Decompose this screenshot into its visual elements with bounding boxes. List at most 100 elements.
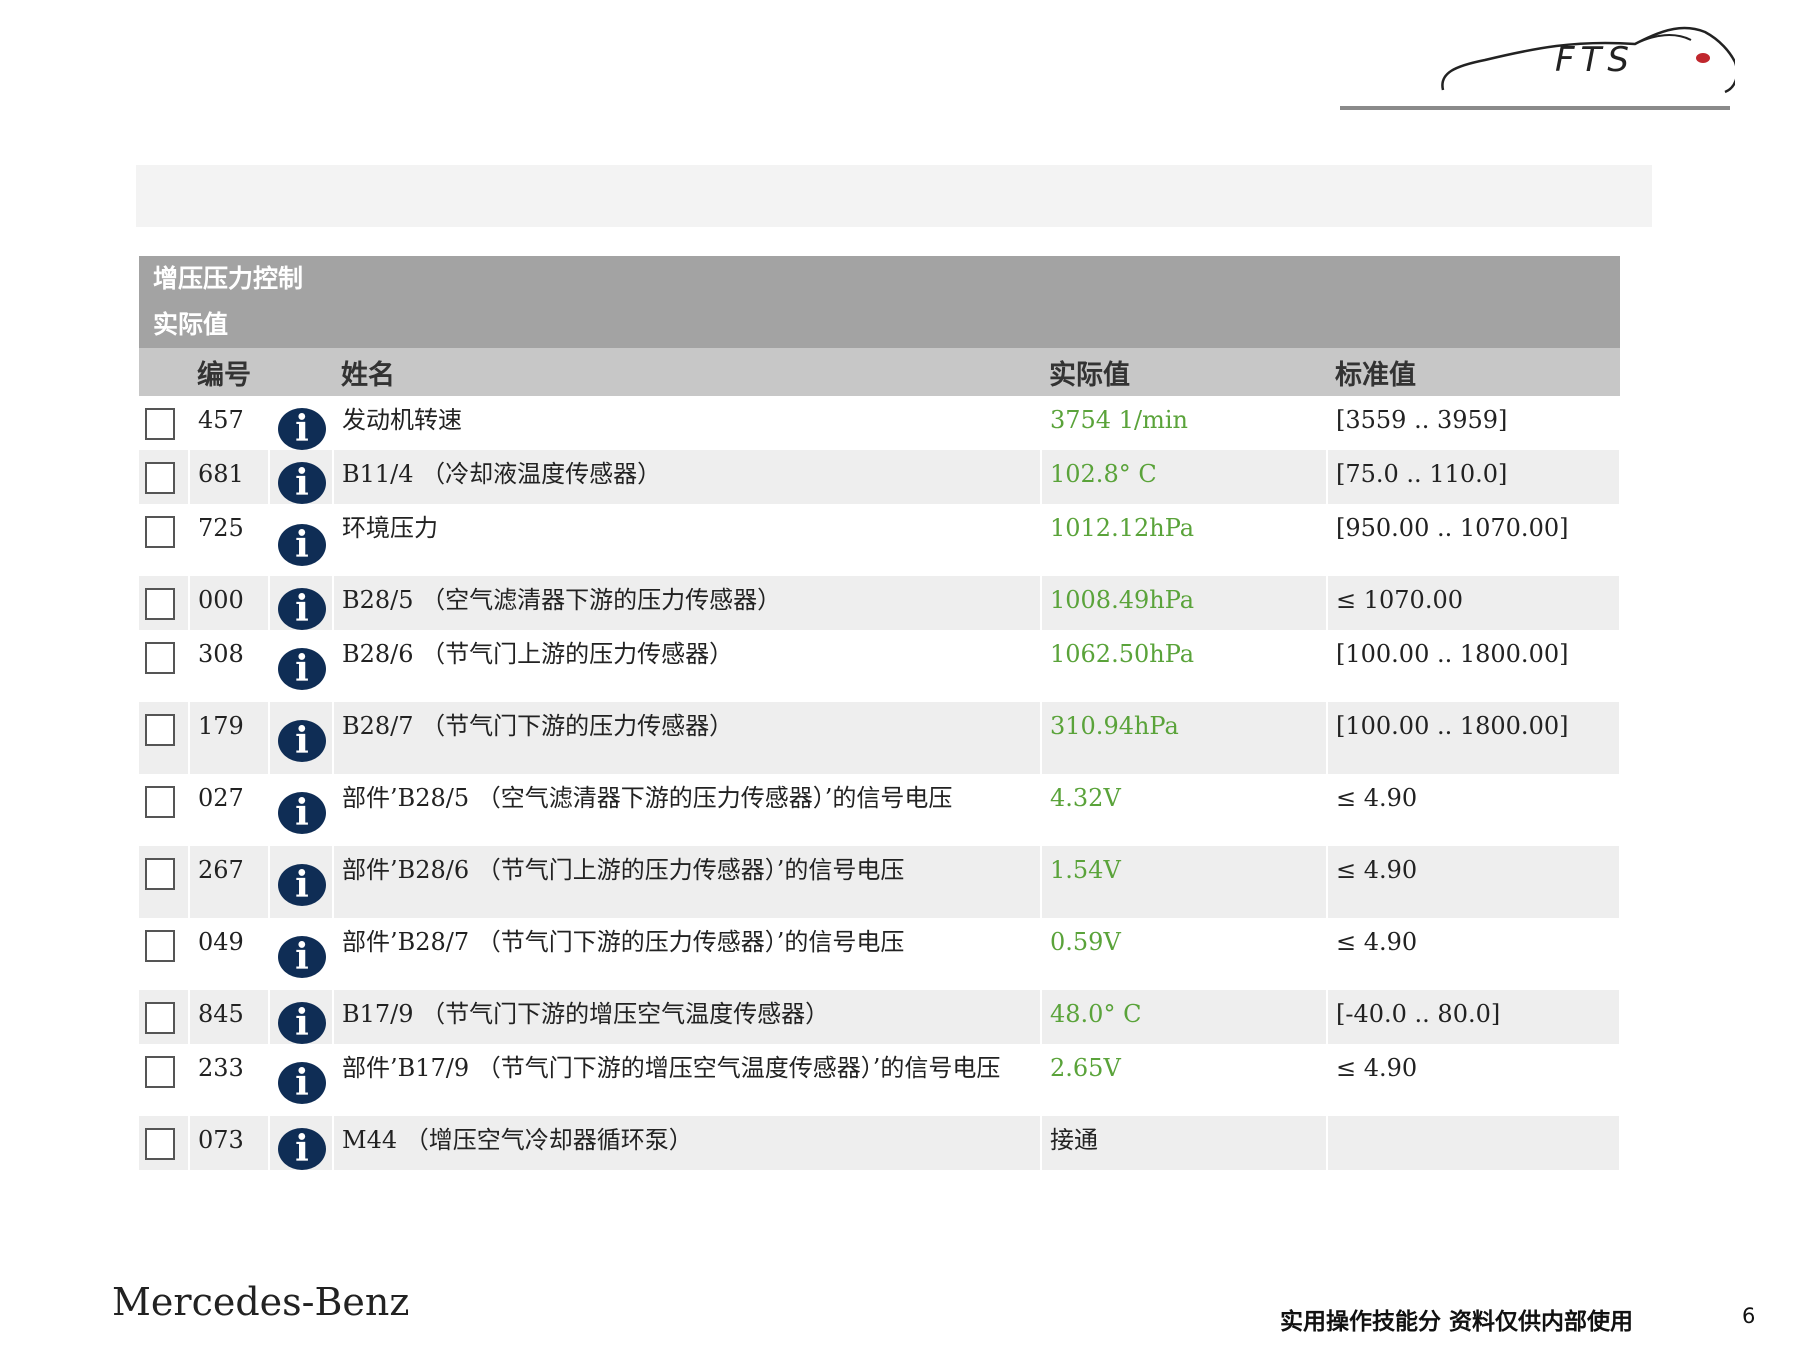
row-actual-value: 102.8° C: [1041, 450, 1328, 504]
row-id: 073: [189, 1116, 270, 1170]
table-row: 179 i B28/7 （节气门下游的压力传感器） 310.94hPa [100…: [139, 702, 1621, 774]
row-checkbox[interactable]: [145, 462, 175, 494]
info-icon[interactable]: i: [278, 720, 326, 762]
row-name: 环境压力: [333, 504, 1042, 576]
internal-use-note: 实用操作技能分 资料仅供内部使用: [1280, 1309, 1634, 1335]
page-number: 6: [1742, 1304, 1756, 1328]
logo-underline: [1340, 106, 1730, 110]
table-row: 457 i 发动机转速 3754 1/min [3559 .. 3959]: [139, 396, 1621, 450]
row-checkbox[interactable]: [145, 408, 175, 440]
values-table: 编号 姓名 实际值 标准值 457 i 发动机转速 3754 1/min [35…: [139, 348, 1621, 1170]
row-standard-value: ≤ 4.90: [1327, 1044, 1621, 1116]
row-name: B17/9 （节气门下游的增压空气温度传感器）: [333, 990, 1042, 1044]
row-id: 179: [189, 702, 270, 774]
panel-header: 增压压力控制 实际值: [139, 256, 1620, 348]
table-row: 267 i 部件’B28/6 （节气门上游的压力传感器）’的信号电压 1.54V…: [139, 846, 1621, 918]
row-actual-value: 48.0° C: [1041, 990, 1328, 1044]
row-name: M44 （增压空气冷却器循环泵）: [333, 1116, 1042, 1170]
table-row: 845 i B17/9 （节气门下游的增压空气温度传感器） 48.0° C [-…: [139, 990, 1621, 1044]
row-actual-value: 1062.50hPa: [1041, 630, 1328, 702]
panel-title: 增压压力控制: [153, 264, 304, 293]
row-name: 部件’B28/7 （节气门下游的压力传感器）’的信号电压: [333, 918, 1042, 990]
row-actual-value: 1008.49hPa: [1041, 576, 1328, 630]
row-actual-value: 接通: [1041, 1116, 1328, 1170]
column-header-id: 编号: [189, 348, 269, 396]
row-id: 049: [189, 918, 270, 990]
row-standard-value: [75.0 .. 110.0]: [1327, 450, 1621, 504]
row-checkbox[interactable]: [145, 588, 175, 620]
info-icon[interactable]: i: [278, 524, 326, 566]
row-standard-value: [1327, 1116, 1621, 1170]
row-id: 233: [189, 1044, 270, 1116]
info-icon[interactable]: i: [278, 936, 326, 978]
fts-logo: [1335, 18, 1739, 118]
row-name: B11/4 （冷却液温度传感器）: [333, 450, 1042, 504]
row-id: 308: [189, 630, 270, 702]
info-icon[interactable]: i: [278, 864, 326, 906]
row-standard-value: ≤ 4.90: [1327, 846, 1621, 918]
row-name: B28/7 （节气门下游的压力传感器）: [333, 702, 1042, 774]
toolbar-band: [136, 165, 1652, 227]
column-header-info: [269, 348, 333, 396]
row-checkbox[interactable]: [145, 642, 175, 674]
column-header-standard: 标准值: [1327, 348, 1620, 396]
row-actual-value: 3754 1/min: [1041, 396, 1328, 450]
table-row: 049 i 部件’B28/7 （节气门下游的压力传感器）’的信号电压 0.59V…: [139, 918, 1621, 990]
fts-logo-text: FTS: [1555, 40, 1635, 80]
row-id: 845: [189, 990, 270, 1044]
row-id: 027: [189, 774, 270, 846]
table-row: 233 i 部件’B17/9 （节气门下游的增压空气温度传感器）’的信号电压 2…: [139, 1044, 1621, 1116]
row-checkbox[interactable]: [145, 714, 175, 746]
row-checkbox[interactable]: [145, 930, 175, 962]
info-icon[interactable]: i: [278, 1002, 326, 1044]
panel-subtitle: 实际值: [153, 310, 229, 339]
column-header-select: [139, 348, 189, 396]
brand-wordmark: Mercedes-Benz: [112, 1280, 410, 1324]
info-icon[interactable]: i: [278, 1128, 326, 1170]
row-standard-value: [950.00 .. 1070.00]: [1327, 504, 1621, 576]
column-header-actual: 实际值: [1041, 348, 1327, 396]
info-icon[interactable]: i: [278, 792, 326, 834]
row-id: 000: [189, 576, 270, 630]
row-standard-value: [3559 .. 3959]: [1327, 396, 1621, 450]
column-header-row: 编号 姓名 实际值 标准值: [139, 348, 1620, 396]
row-name: B28/6 （节气门上游的压力传感器）: [333, 630, 1042, 702]
row-actual-value: 1.54V: [1041, 846, 1328, 918]
row-actual-value: 310.94hPa: [1041, 702, 1328, 774]
row-actual-value: 0.59V: [1041, 918, 1328, 990]
row-checkbox[interactable]: [145, 1056, 175, 1088]
row-id: 267: [189, 846, 270, 918]
row-checkbox[interactable]: [145, 1002, 175, 1034]
row-id: 725: [189, 504, 270, 576]
row-checkbox[interactable]: [145, 858, 175, 890]
row-standard-value: [-40.0 .. 80.0]: [1327, 990, 1621, 1044]
table-row: 308 i B28/6 （节气门上游的压力传感器） 1062.50hPa [10…: [139, 630, 1621, 702]
info-icon[interactable]: i: [278, 1062, 326, 1104]
table-row: 725 i 环境压力 1012.12hPa [950.00 .. 1070.00…: [139, 504, 1621, 576]
row-standard-value: ≤ 4.90: [1327, 918, 1621, 990]
row-actual-value: 2.65V: [1041, 1044, 1328, 1116]
table-row: 027 i 部件’B28/5 （空气滤清器下游的压力传感器）’的信号电压 4.3…: [139, 774, 1621, 846]
table-row: 073 i M44 （增压空气冷却器循环泵） 接通: [139, 1116, 1621, 1170]
row-id: 681: [189, 450, 270, 504]
car-silhouette-icon: [1441, 26, 1739, 94]
row-standard-value: [100.00 .. 1800.00]: [1327, 702, 1621, 774]
row-name: B28/5 （空气滤清器下游的压力传感器）: [333, 576, 1042, 630]
column-header-name: 姓名: [333, 348, 1041, 396]
row-actual-value: 4.32V: [1041, 774, 1328, 846]
actual-values-panel: 增压压力控制 实际值 编号 姓名 实际值 标准值 457 i 发动机转速 375…: [139, 256, 1621, 1170]
row-name: 发动机转速: [333, 396, 1042, 450]
row-actual-value: 1012.12hPa: [1041, 504, 1328, 576]
row-name: 部件’B28/5 （空气滤清器下游的压力传感器）’的信号电压: [333, 774, 1042, 846]
table-row: 000 i B28/5 （空气滤清器下游的压力传感器） 1008.49hPa ≤…: [139, 576, 1621, 630]
row-standard-value: [100.00 .. 1800.00]: [1327, 630, 1621, 702]
info-icon[interactable]: i: [278, 462, 326, 504]
table-row: 681 i B11/4 （冷却液温度传感器） 102.8° C [75.0 ..…: [139, 450, 1621, 504]
row-standard-value: ≤ 1070.00: [1327, 576, 1621, 630]
info-icon[interactable]: i: [278, 588, 326, 630]
info-icon[interactable]: i: [278, 648, 326, 690]
row-checkbox[interactable]: [145, 1128, 175, 1160]
row-checkbox[interactable]: [145, 516, 175, 548]
row-checkbox[interactable]: [145, 786, 175, 818]
info-icon[interactable]: i: [278, 408, 326, 450]
